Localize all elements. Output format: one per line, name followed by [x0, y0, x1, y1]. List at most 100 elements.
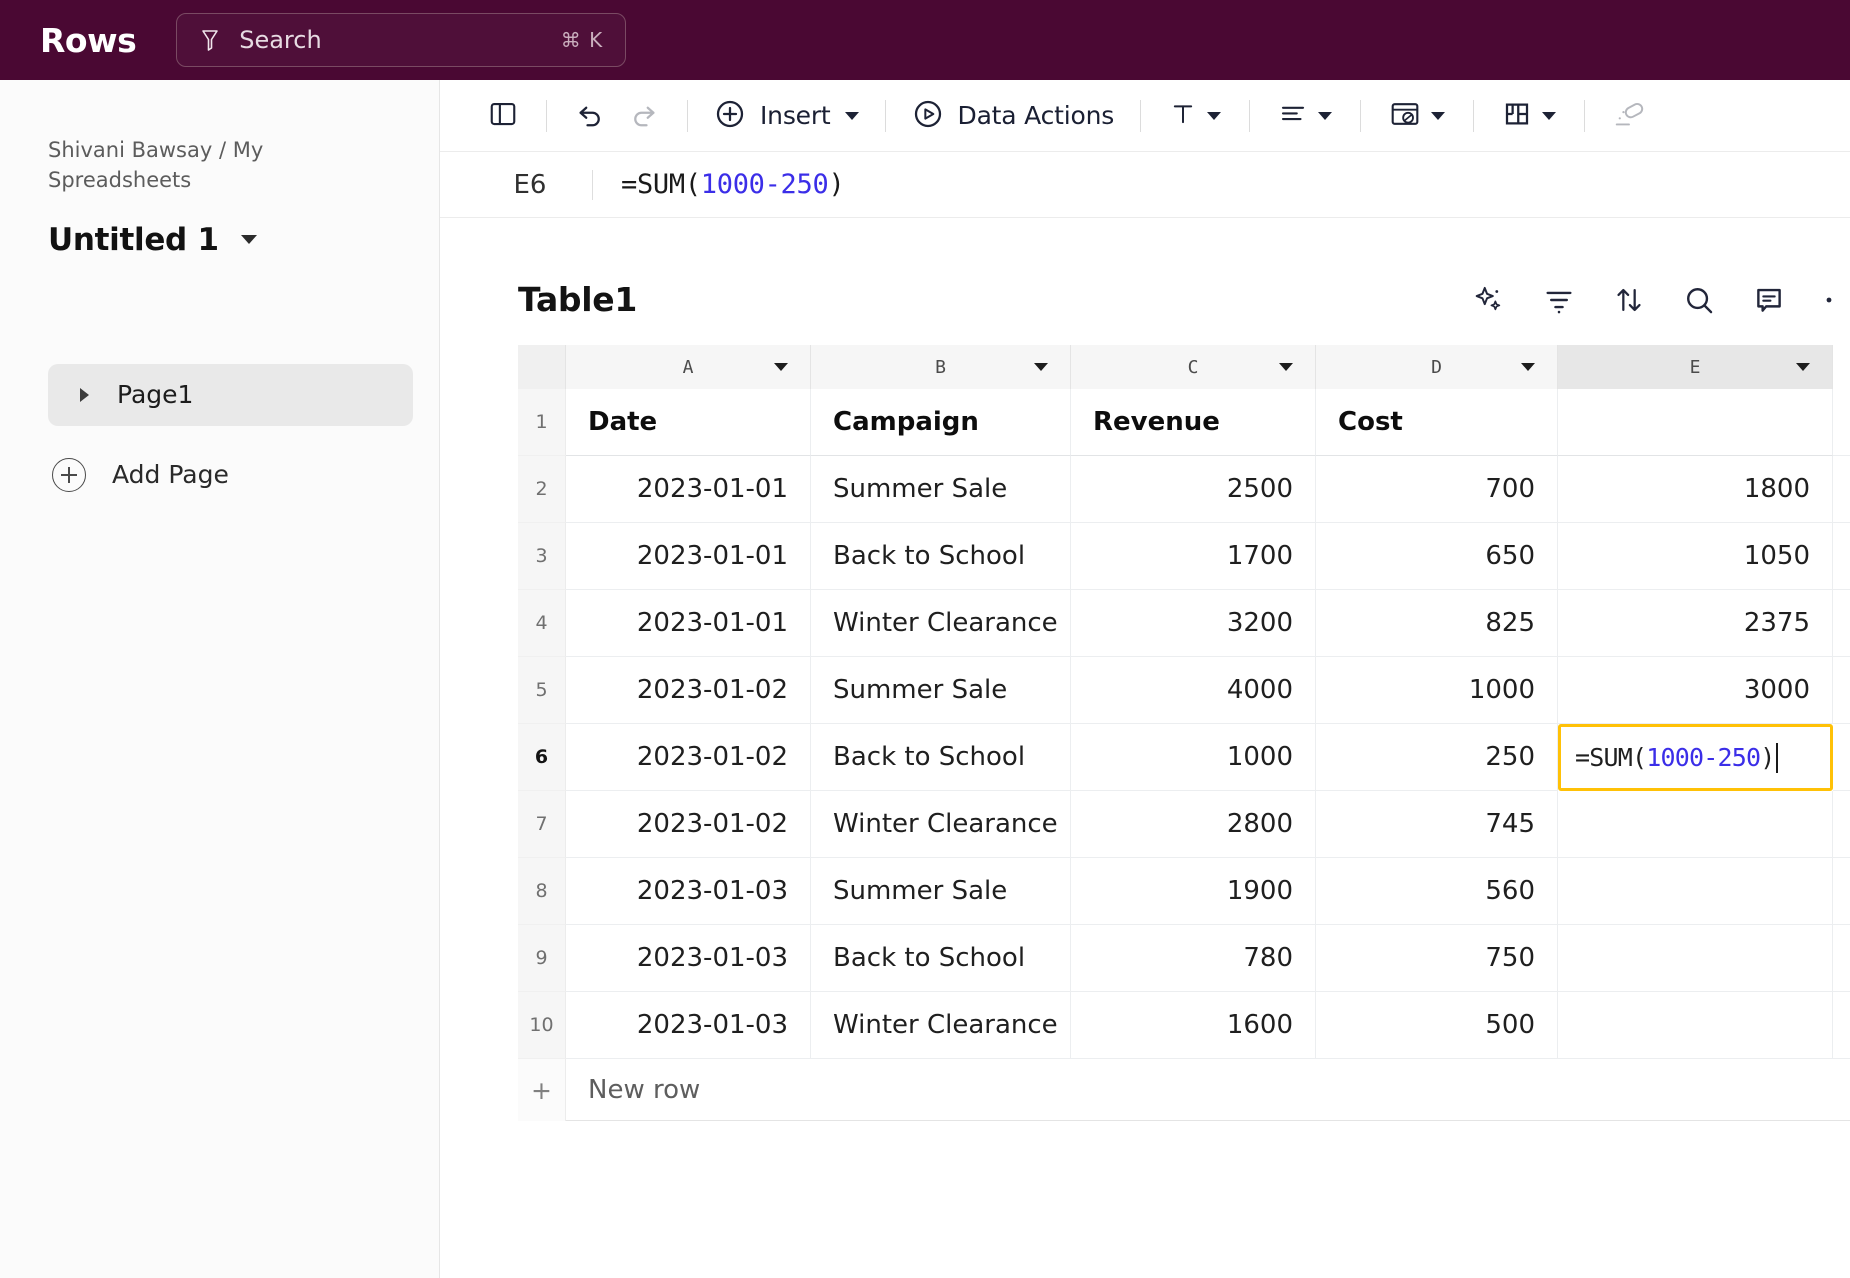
- cell-b7[interactable]: Winter Clearance: [811, 791, 1071, 858]
- row-number[interactable]: 3: [518, 523, 566, 590]
- cell-c10[interactable]: 1600: [1071, 992, 1316, 1059]
- formula-input[interactable]: =SUM(1000-250): [621, 169, 844, 200]
- cell-e8[interactable]: [1558, 858, 1833, 925]
- cell-e7[interactable]: [1558, 791, 1833, 858]
- chevron-down-icon[interactable]: [845, 112, 859, 120]
- column-header-c[interactable]: C: [1071, 345, 1316, 389]
- row-number[interactable]: 1: [518, 389, 566, 456]
- cell-c3[interactable]: 1700: [1071, 523, 1316, 590]
- cell-a4[interactable]: 2023-01-01: [566, 590, 811, 657]
- new-row-button[interactable]: + New row: [518, 1059, 1850, 1121]
- header-cell-campaign[interactable]: Campaign: [811, 389, 1071, 456]
- clear-format-button[interactable]: [1601, 92, 1657, 140]
- cell-a9[interactable]: 2023-01-03: [566, 925, 811, 992]
- cell-b8[interactable]: Summer Sale: [811, 858, 1071, 925]
- cell-d7[interactable]: 745: [1316, 791, 1558, 858]
- global-search[interactable]: Search ⌘ K: [176, 13, 626, 67]
- chevron-down-icon[interactable]: [1521, 363, 1535, 371]
- cell-c7[interactable]: 2800: [1071, 791, 1316, 858]
- cell-d9[interactable]: 750: [1316, 925, 1558, 992]
- cell-a2[interactable]: 2023-01-01: [566, 456, 811, 523]
- chevron-right-icon[interactable]: [80, 388, 89, 402]
- formula-bar[interactable]: E6 =SUM(1000-250): [440, 152, 1850, 218]
- column-header-a[interactable]: A: [566, 345, 811, 389]
- cell-c9[interactable]: 780: [1071, 925, 1316, 992]
- chevron-down-icon[interactable]: [1279, 363, 1293, 371]
- cell-c2[interactable]: 2500: [1071, 456, 1316, 523]
- cell-d8[interactable]: 560: [1316, 858, 1558, 925]
- row-number[interactable]: 10: [518, 992, 566, 1059]
- cell-d2[interactable]: 700: [1316, 456, 1558, 523]
- row-number[interactable]: 4: [518, 590, 566, 657]
- cell-b4[interactable]: Winter Clearance: [811, 590, 1071, 657]
- cell-e3[interactable]: 1050: [1558, 523, 1833, 590]
- column-header-b[interactable]: B: [811, 345, 1071, 389]
- comment-icon[interactable]: [1752, 283, 1786, 317]
- undo-button[interactable]: [563, 92, 617, 140]
- row-number[interactable]: 7: [518, 791, 566, 858]
- cell-b6[interactable]: Back to School: [811, 724, 1071, 791]
- row-number[interactable]: 5: [518, 657, 566, 724]
- cell-style-button[interactable]: [1377, 92, 1457, 140]
- sort-icon[interactable]: [1612, 283, 1646, 317]
- column-header-d[interactable]: D: [1316, 345, 1558, 389]
- cell-d4[interactable]: 825: [1316, 590, 1558, 657]
- cell-a3[interactable]: 2023-01-01: [566, 523, 811, 590]
- chevron-down-icon[interactable]: [1431, 112, 1445, 120]
- cell-d6[interactable]: 250: [1316, 724, 1558, 791]
- cell-e10[interactable]: [1558, 992, 1833, 1059]
- add-page-button[interactable]: Add Page: [48, 458, 401, 492]
- header-cell-e[interactable]: [1558, 389, 1833, 456]
- cell-d3[interactable]: 650: [1316, 523, 1558, 590]
- cell-e5[interactable]: 3000: [1558, 657, 1833, 724]
- cell-b3[interactable]: Back to School: [811, 523, 1071, 590]
- app-logo[interactable]: Rows: [40, 21, 136, 60]
- header-cell-date[interactable]: Date: [566, 389, 811, 456]
- cell-a8[interactable]: 2023-01-03: [566, 858, 811, 925]
- cell-b9[interactable]: Back to School: [811, 925, 1071, 992]
- cell-d5[interactable]: 1000: [1316, 657, 1558, 724]
- row-number[interactable]: 8: [518, 858, 566, 925]
- align-button[interactable]: [1266, 92, 1344, 140]
- merge-cells-button[interactable]: [1490, 92, 1568, 140]
- cell-c8[interactable]: 1900: [1071, 858, 1316, 925]
- cell-c5[interactable]: 4000: [1071, 657, 1316, 724]
- cell-d10[interactable]: 500: [1316, 992, 1558, 1059]
- table-name[interactable]: Table1: [518, 280, 637, 319]
- cell-a7[interactable]: 2023-01-02: [566, 791, 811, 858]
- cell-b10[interactable]: Winter Clearance: [811, 992, 1071, 1059]
- chevron-down-icon[interactable]: [1542, 112, 1556, 120]
- search-icon[interactable]: [1682, 283, 1716, 317]
- sidebar-item-page1[interactable]: Page1: [48, 364, 413, 426]
- cell-e4[interactable]: 2375: [1558, 590, 1833, 657]
- cell-e2[interactable]: 1800: [1558, 456, 1833, 523]
- row-number[interactable]: 9: [518, 925, 566, 992]
- cell-c6[interactable]: 1000: [1071, 724, 1316, 791]
- chevron-down-icon[interactable]: [241, 235, 257, 244]
- row-number[interactable]: 6: [518, 724, 566, 791]
- cell-a5[interactable]: 2023-01-02: [566, 657, 811, 724]
- cell-e9[interactable]: [1558, 925, 1833, 992]
- cell-reference[interactable]: E6: [476, 170, 584, 200]
- cell-a6[interactable]: 2023-01-02: [566, 724, 811, 791]
- redo-button[interactable]: [617, 92, 671, 140]
- cell-b2[interactable]: Summer Sale: [811, 456, 1071, 523]
- chevron-down-icon[interactable]: [1207, 112, 1221, 120]
- chevron-down-icon[interactable]: [774, 363, 788, 371]
- column-header-e[interactable]: E: [1558, 345, 1833, 389]
- chevron-down-icon[interactable]: [1034, 363, 1048, 371]
- data-actions-button[interactable]: Data Actions: [902, 92, 1125, 140]
- cell-a10[interactable]: 2023-01-03: [566, 992, 811, 1059]
- filter-icon[interactable]: [1542, 283, 1576, 317]
- more-options-icon[interactable]: [1822, 283, 1836, 317]
- sparkle-ai-icon[interactable]: [1472, 283, 1506, 317]
- cell-e6-editing[interactable]: =SUM(1000-250): [1558, 724, 1833, 791]
- header-cell-cost[interactable]: Cost: [1316, 389, 1558, 456]
- row-number[interactable]: 2: [518, 456, 566, 523]
- chevron-down-icon[interactable]: [1318, 112, 1332, 120]
- chevron-down-icon[interactable]: [1796, 363, 1810, 371]
- header-cell-revenue[interactable]: Revenue: [1071, 389, 1316, 456]
- document-title-row[interactable]: Untitled 1: [48, 222, 401, 258]
- toggle-sidebar-button[interactable]: [476, 92, 530, 140]
- cell-c4[interactable]: 3200: [1071, 590, 1316, 657]
